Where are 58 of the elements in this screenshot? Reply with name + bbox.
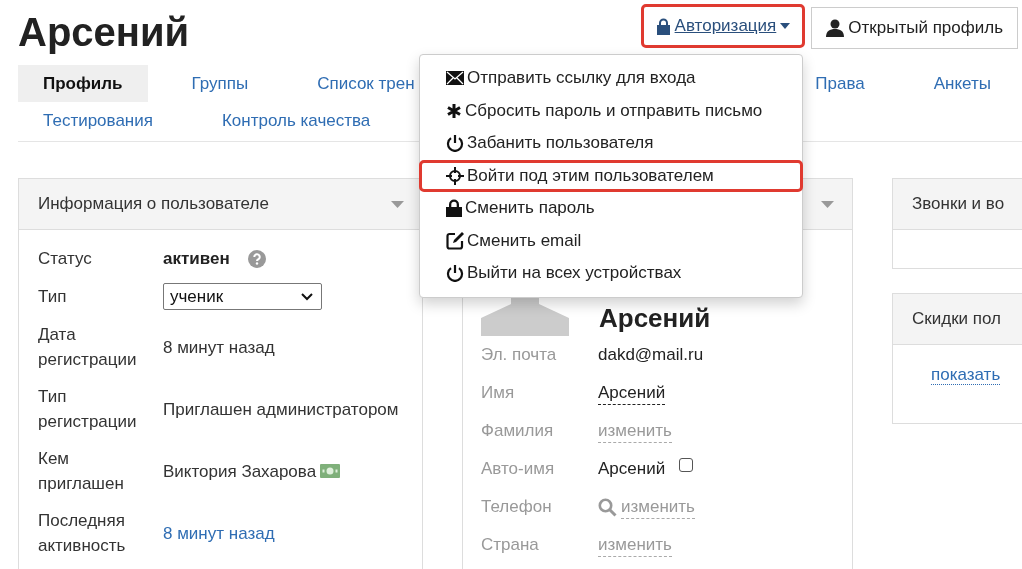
field-label: Последняя активность [38,510,127,557]
editable-value[interactable]: Арсений [598,381,666,405]
asterisk-icon [446,102,462,119]
help-icon[interactable] [247,249,266,268]
field-label: Тип регистрации [38,386,138,433]
tab[interactable]: Анкеты [908,65,1016,102]
field-label: Дата регистрации [38,324,138,371]
caret-icon[interactable] [821,200,834,208]
menu-item[interactable]: Сбросить пароль и отправить письмо [419,94,803,127]
field-label: Тип [38,286,68,308]
type-select[interactable]: ученик [163,283,322,310]
menu-item[interactable]: Сменить email [419,224,803,257]
panel-title: Информация о пользователе [38,194,269,214]
menu-item[interactable]: Отправить ссылку для входа [419,62,803,95]
menu-item[interactable]: Сменить пароль [419,192,803,225]
checkbox[interactable] [679,458,694,472]
envelope-icon [446,71,464,86]
menu-item[interactable]: Забанить пользователя [419,127,803,160]
crosshair-icon [446,166,464,185]
tab[interactable]: Группы [166,65,274,102]
field-value: Приглашен администратором [163,398,399,421]
field-label: Имя [481,383,516,403]
show-link[interactable]: показать [931,365,1001,385]
field-label: Телефон [481,497,553,517]
page-title: Арсений [18,10,190,55]
open-profile-button[interactable]: Открытый профиль [811,7,1018,49]
authorization-dropdown-button[interactable]: Авторизация [640,4,806,48]
caret-icon [780,23,791,29]
money-icon [320,464,341,478]
inviter-name: Виктория Захарова [163,460,317,483]
tab[interactable]: Профиль [18,65,148,102]
last-activity-link[interactable]: 8 минут назад [163,520,275,546]
lock-icon [446,199,462,218]
panel-title: Звонки и во [912,194,1005,214]
profile-name: Арсений [599,302,711,334]
menu-item[interactable]: Выйти на всех устройствах [419,257,803,290]
person-icon [826,19,845,37]
field-label: Эл. почта [481,345,558,365]
chevron-icon [301,292,313,301]
edit-icon [446,231,464,250]
field-label: Страна [481,535,540,555]
field-value: Арсений [598,459,666,479]
field-value: dakd@mail.ru [598,345,704,365]
panel-title: Скидки пол [912,309,1001,329]
lock-icon [655,17,671,35]
field-label: Кем приглашен [38,448,125,495]
search-icon[interactable] [598,497,617,517]
tab[interactable]: Тестирования [18,102,178,139]
status-value: активен [163,248,230,270]
caret-icon[interactable] [391,200,404,208]
field-label: Фамилия [481,421,555,441]
tab[interactable]: Контроль качества [196,102,396,139]
field-value: 8 минут назад [163,336,275,359]
menu-item[interactable]: Войти под этим пользователем [419,159,803,192]
power-icon [446,264,464,283]
power-icon [446,134,464,153]
field-label: Статус [38,248,93,270]
field-label: Авто-имя [481,459,556,479]
